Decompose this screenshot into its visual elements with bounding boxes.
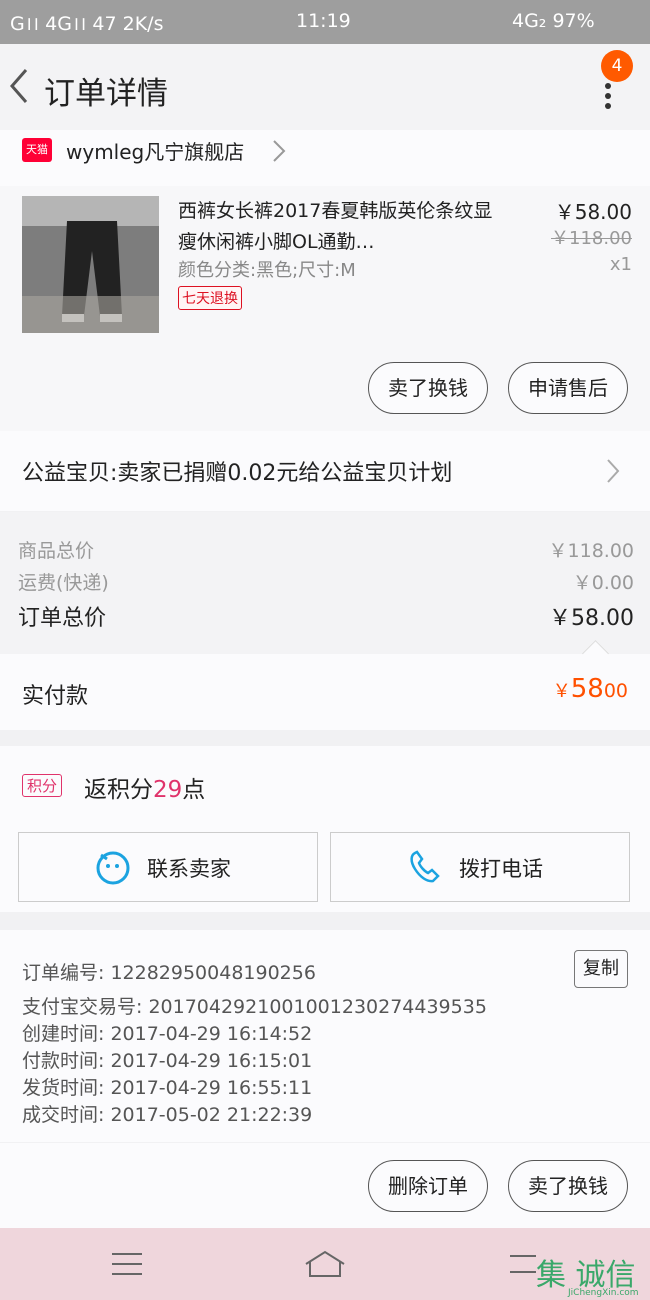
back-icon[interactable] [6, 66, 36, 106]
status-right: 4G₂ 97% [512, 10, 595, 32]
call-phone-button[interactable]: 拨打电话 [330, 832, 630, 902]
actual-amount: 58 [570, 674, 604, 704]
order-total-value: ￥58.00 [549, 606, 634, 631]
copy-button[interactable]: 复制 [574, 950, 628, 988]
shipped-time: 发货时间: 2017-04-29 16:55:11 [22, 1077, 313, 1099]
actual-payment-value: ￥5800 [553, 674, 628, 704]
contact-seller-button[interactable]: 联系卖家 [18, 832, 318, 902]
charity-row[interactable]: 公益宝贝:卖家已捐赠0.02元给公益宝贝计划 [0, 431, 650, 511]
phone-icon [410, 850, 440, 883]
return-policy-tag: 七天退换 [178, 286, 242, 310]
points-suffix: 点 [182, 777, 206, 803]
contact-seller-label: 联系卖家 [147, 857, 231, 881]
product-attributes: 颜色分类:黑色;尺寸:M [178, 260, 356, 281]
goods-total-label: 商品总价 [18, 540, 95, 562]
product-quantity: x1 [609, 254, 632, 275]
status-bar: G।। 4G।। 47 2K/s 11:19 4G₂ 97% [0, 0, 650, 44]
actual-payment-label: 实付款 [22, 684, 89, 709]
chevron-right-icon [273, 140, 286, 162]
delete-order-button[interactable]: 删除订单 [368, 1160, 488, 1212]
actual-currency: ￥ [552, 681, 571, 702]
product-original-price: ￥118.00 [551, 228, 632, 249]
app-header: 订单详情 4 [0, 44, 650, 130]
order-total-label: 订单总价 [18, 606, 107, 631]
actual-payment: 实付款 ￥5800 [0, 640, 650, 730]
sell-button[interactable]: 卖了换钱 [368, 362, 488, 414]
completed-time: 成交时间: 2017-05-02 21:22:39 [22, 1104, 313, 1126]
points-prefix: 返积分 [84, 777, 153, 803]
page-title: 订单详情 [44, 76, 168, 112]
product-price: ￥58.00 [554, 200, 632, 224]
product-card: 西裤女长裤2017春夏韩版英伦条纹显瘦休闲裤小脚OL通勤… 颜色分类:黑色;尺寸… [0, 186, 650, 431]
order-info: 订单编号: 12282950048190256 复制 支付宝交易号: 20170… [0, 930, 650, 1142]
store-name[interactable]: wymleg凡宁旗舰店 [66, 136, 244, 165]
alipay-number: 支付宝交易号: 2017042921001001230274439535 [22, 996, 487, 1018]
points-row: 积分 返积分29点 [0, 746, 650, 822]
goods-total-value: ￥118.00 [548, 540, 634, 562]
call-phone-label: 拨打电话 [459, 857, 543, 881]
contact-buttons: 联系卖家 拨打电话 [0, 822, 650, 912]
order-actions: 删除订单 卖了换钱 [0, 1143, 650, 1228]
home-icon[interactable] [302, 1248, 348, 1280]
points-tag: 积分 [22, 774, 63, 797]
menu-icon[interactable] [110, 1250, 144, 1278]
paid-time: 付款时间: 2017-04-29 16:15:01 [22, 1050, 313, 1072]
order-number: 订单编号: 12282950048190256 [22, 962, 316, 984]
shipping-value: ￥0.00 [572, 572, 634, 594]
sell-button-bottom[interactable]: 卖了换钱 [508, 1160, 628, 1212]
actual-decimals: 00 [603, 680, 628, 702]
status-time: 11:19 [296, 10, 351, 32]
points-count: 29 [153, 777, 183, 803]
tmall-logo: 天猫 [22, 138, 52, 162]
status-left: G।। 4G।। 47 2K/s [10, 13, 164, 35]
chat-icon [96, 851, 130, 885]
points-text: 返积分29点 [84, 770, 205, 804]
price-summary: 商品总价 ￥118.00 运费(快递) ￥0.00 订单总价 ￥58.00 [0, 512, 650, 654]
product-title[interactable]: 西裤女长裤2017春夏韩版英伦条纹显瘦休闲裤小脚OL通勤… [178, 196, 498, 258]
watermark-url: JiChengXin.com [568, 1288, 639, 1298]
chevron-right-icon [607, 459, 620, 483]
after-sale-button[interactable]: 申请售后 [508, 362, 628, 414]
product-thumbnail[interactable] [22, 196, 159, 333]
created-time: 创建时间: 2017-04-29 16:14:52 [22, 1023, 313, 1045]
shipping-label: 运费(快递) [18, 572, 109, 594]
store-row[interactable]: 天猫 wymleg凡宁旗舰店 [0, 130, 650, 186]
charity-text: 公益宝贝:卖家已捐赠0.02元给公益宝贝计划 [22, 461, 453, 486]
notification-badge: 4 [601, 50, 633, 82]
